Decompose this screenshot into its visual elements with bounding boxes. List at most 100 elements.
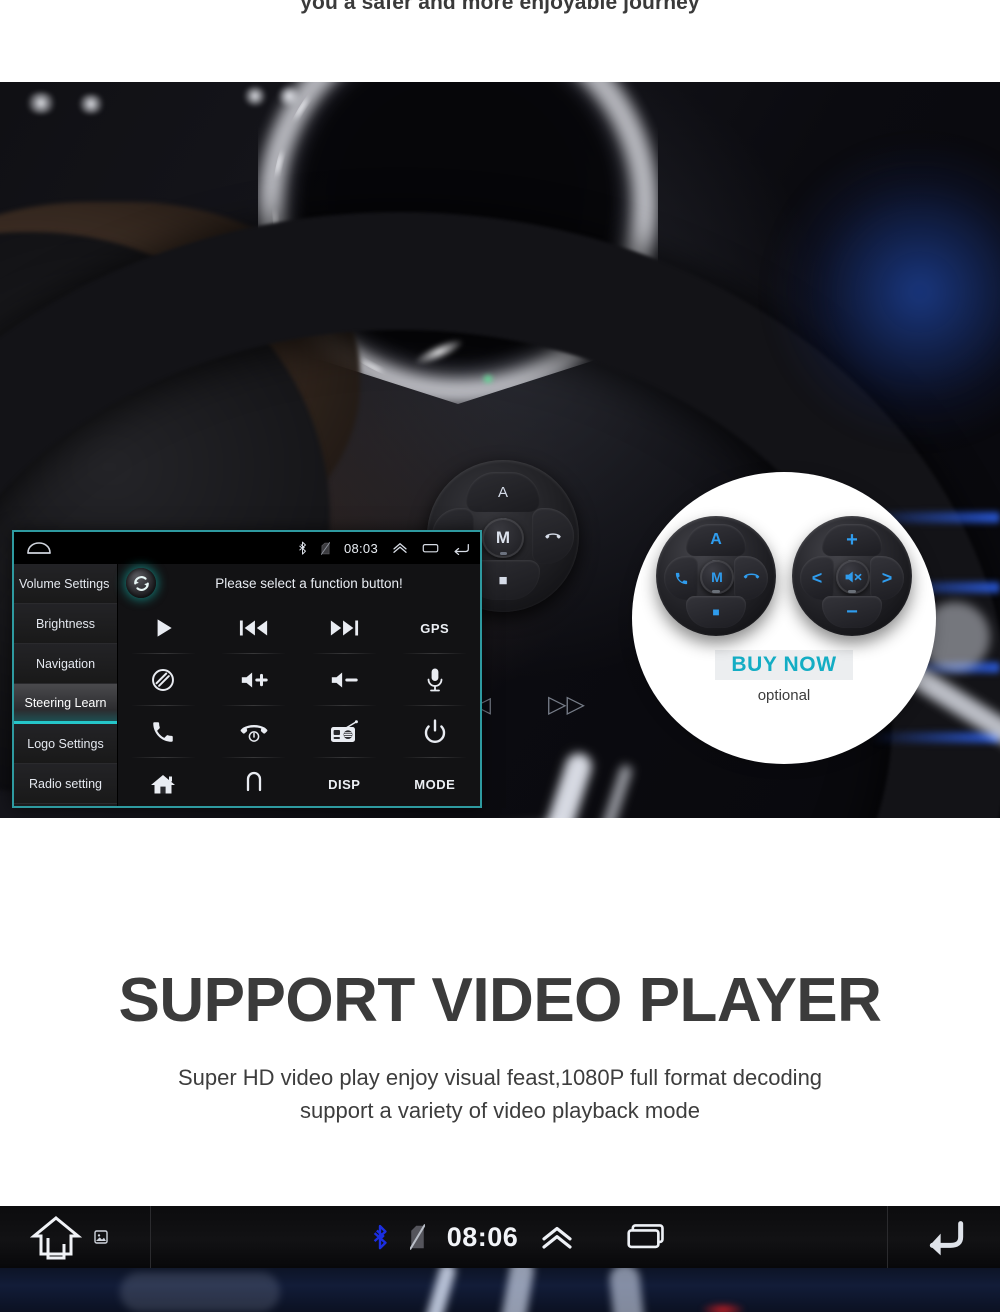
remote-left-phone-button [664, 556, 698, 600]
remote-left-up-button: A [686, 524, 746, 556]
sidebar-item-brightness[interactable]: Brightness [14, 604, 117, 644]
buy-now-button[interactable]: BUY NOW [715, 650, 853, 680]
top-headline: you a safer and more enjoyable journey [300, 0, 700, 14]
disp-icon: DISP [328, 776, 361, 792]
back-arrow-icon[interactable] [920, 1217, 968, 1257]
sidebar-label: Volume Settings [19, 576, 110, 591]
remote-right-right-label: > [881, 567, 893, 588]
sidebar-item-radio-setting[interactable]: Radio setting [14, 764, 117, 804]
sidebar-item-steering-learn[interactable]: Steering Learn [14, 684, 117, 724]
sidebar-label: Radio setting [29, 776, 102, 791]
hang-up-icon [545, 533, 561, 539]
function-button-disp[interactable]: DISP [299, 758, 390, 806]
function-button-volume-down[interactable] [299, 654, 390, 706]
promo-page: you a safer and more enjoyable journey A [0, 0, 1000, 1312]
function-button-radio[interactable] [299, 706, 390, 758]
remote-right-up-button: + [822, 524, 882, 556]
swc-down-label: ■ [498, 571, 508, 589]
phone-call-icon [153, 722, 173, 742]
next-track-icon [331, 620, 359, 636]
recents-icon[interactable] [422, 542, 439, 554]
buy-now-panel[interactable]: A M ■ + < > − BUY NOW optional [632, 472, 936, 764]
head-unit-screen[interactable]: 08:03 Volume Settings Brightness Navigat… [12, 530, 482, 808]
function-button-hang-up[interactable] [209, 706, 300, 758]
function-prompt: Please select a function button! [215, 575, 403, 591]
promo-section: SUPPORT VIDEO PLAYER Super HD video play… [0, 818, 1000, 1206]
home-icon [151, 775, 176, 794]
image-icon[interactable] [94, 1228, 108, 1246]
function-button-volume-up[interactable] [209, 654, 300, 706]
head-unit-main-panel: Please select a function button! GPS DIS… [118, 564, 481, 806]
function-button-previous-track[interactable] [209, 602, 300, 654]
remote-products: A M ■ + < > − [656, 516, 912, 636]
sidebar-label: Steering Learn [24, 695, 107, 710]
function-button-gps[interactable]: GPS [390, 602, 481, 654]
bluetooth-icon [373, 1224, 387, 1250]
sidebar-item-volume-settings[interactable]: Volume Settings [14, 564, 117, 604]
function-button-next-track[interactable] [299, 602, 390, 654]
bottom-teaser-photo [0, 1268, 1000, 1312]
function-button-play[interactable] [118, 602, 209, 654]
volume-down-icon [332, 672, 358, 688]
previous-track-icon [239, 620, 267, 636]
mute-icon [152, 669, 175, 691]
refresh-icon[interactable] [126, 568, 156, 598]
swc-up-label: A [497, 483, 508, 501]
remote-left-up-label: A [710, 531, 722, 548]
promo-subtitle-line1: Super HD video play enjoy visual feast,1… [177, 1065, 823, 1090]
recents-icon[interactable] [626, 1223, 666, 1251]
remote-right-up-label: + [846, 528, 858, 551]
mode-icon: MODE [414, 776, 456, 792]
remote-right-down-label: − [846, 600, 858, 623]
power-icon [424, 719, 445, 743]
remote-right: + < > − [792, 516, 912, 636]
swc-center-label: M [495, 528, 511, 547]
remote-left-mode-button: M [700, 560, 734, 594]
function-button-power[interactable] [390, 706, 481, 758]
home-icon[interactable] [30, 1214, 82, 1260]
function-button-mode[interactable]: MODE [390, 758, 481, 806]
remote-left-down-label: ■ [712, 605, 720, 619]
head-unit-sidebar[interactable]: Volume Settings Brightness Navigation St… [14, 564, 118, 806]
function-button-back[interactable] [209, 758, 300, 806]
hang-up-icon [240, 725, 268, 742]
remote-left-down-button: ■ [686, 596, 746, 628]
mute-icon [845, 571, 861, 583]
android-navigation-bar[interactable]: 08:06 [0, 1206, 1000, 1268]
function-button-microphone[interactable] [390, 654, 481, 706]
function-button-phone-call[interactable] [118, 706, 209, 758]
back-arrow-icon[interactable] [453, 542, 470, 555]
volume-up-icon [241, 672, 268, 688]
function-button-home[interactable] [118, 758, 209, 806]
function-button-mute[interactable] [118, 654, 209, 706]
promo-subtitle-line2: support a variety of video playback mode [300, 1097, 700, 1123]
sdcard-icon [409, 1224, 425, 1250]
promo-title: SUPPORT VIDEO PLAYER [118, 966, 882, 1035]
hang-up-icon [743, 573, 759, 578]
sidebar-label: Navigation [35, 656, 96, 671]
back-undo-icon [246, 771, 261, 792]
remote-left-hangup-button [734, 556, 768, 600]
function-button-grid[interactable]: GPS DISP MODE [118, 602, 481, 806]
chevron-up-icon[interactable] [392, 542, 408, 554]
phone-call-icon [675, 572, 687, 584]
remote-right-left-label: < [811, 567, 823, 588]
remote-right-right-button: > [870, 556, 904, 600]
head-unit-clock: 08:03 [343, 540, 378, 556]
radio-icon [331, 720, 359, 742]
remote-right-down-button: − [822, 596, 882, 628]
home-outline-icon[interactable] [26, 541, 52, 555]
remote-right-left-button: < [800, 556, 834, 600]
swc-up-button: A [466, 472, 540, 512]
chevron-up-icon[interactable] [540, 1224, 574, 1250]
gps-icon: GPS [420, 620, 450, 636]
remote-left: A M ■ [656, 516, 776, 636]
play-icon [157, 619, 172, 637]
sidebar-label: Logo Settings [27, 736, 104, 751]
wheel-next-arrow-icon: ▷▷ [548, 691, 585, 718]
sidebar-item-logo-settings[interactable]: Logo Settings [14, 724, 117, 764]
sdcard-icon [320, 541, 330, 555]
remote-right-mute-button [836, 560, 870, 594]
sidebar-label: Brightness [35, 616, 96, 631]
sidebar-item-navigation[interactable]: Navigation [14, 644, 117, 684]
